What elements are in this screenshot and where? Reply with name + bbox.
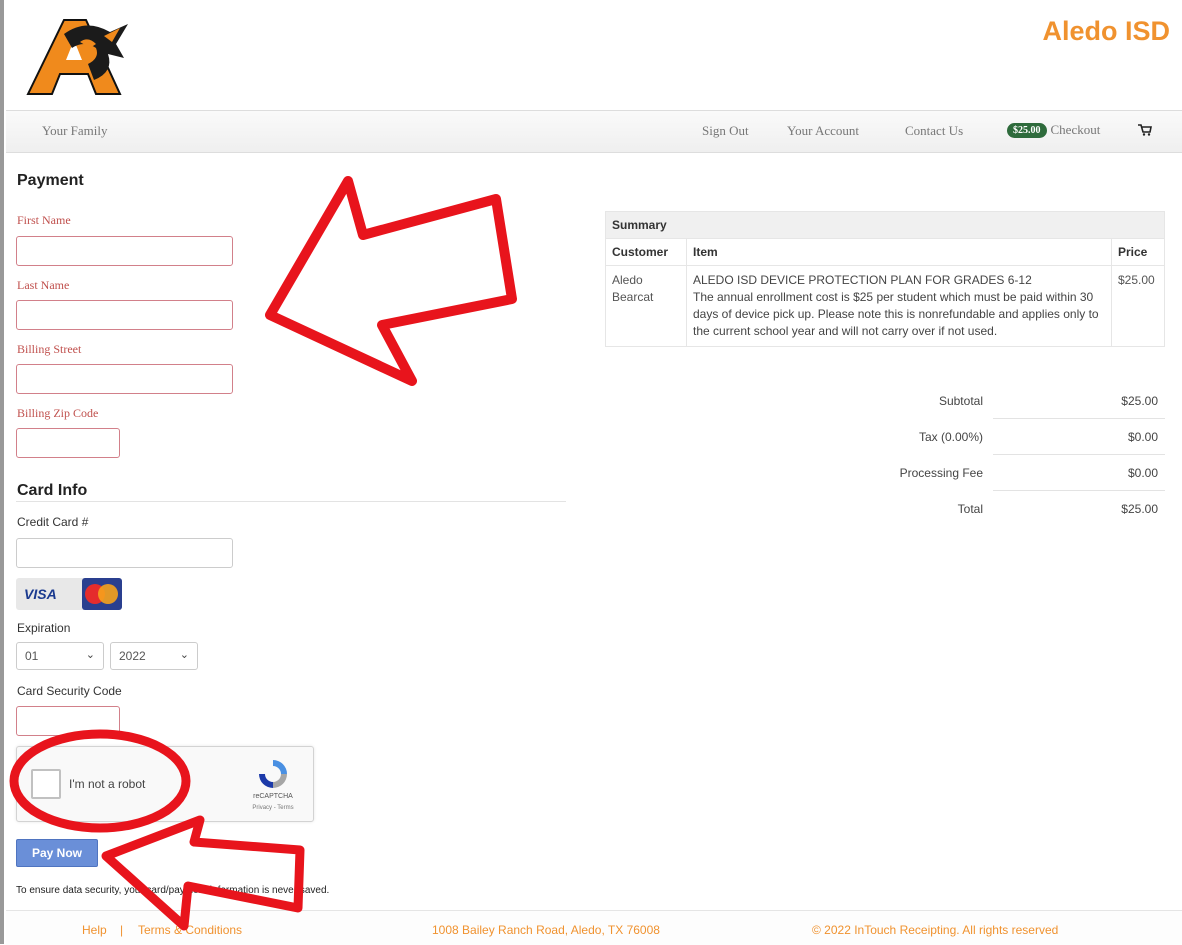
total-value: $25.00	[1121, 502, 1158, 516]
summary-heading: Summary	[605, 211, 1165, 239]
pay-now-button[interactable]: Pay Now	[16, 839, 98, 867]
credit-card-label: Credit Card #	[17, 515, 89, 529]
item-description: The annual enrollment cost is $25 per st…	[693, 290, 1099, 338]
annotation-arrow-icon	[265, 176, 517, 386]
total-label: Total	[957, 502, 983, 516]
footer-address: 1008 Bailey Ranch Road, Aledo, TX 76008	[432, 923, 660, 937]
recaptcha-terms[interactable]: Privacy - Terms	[243, 805, 303, 811]
tax-value: $0.00	[1127, 430, 1158, 444]
price-cell: $25.00	[1111, 265, 1165, 347]
processing-fee-label: Processing Fee	[899, 466, 983, 480]
item-title: ALEDO ISD DEVICE PROTECTION PLAN FOR GRA…	[693, 273, 1032, 287]
cart-icon[interactable]	[1138, 124, 1152, 136]
item-header: Item	[686, 238, 1112, 266]
tax-label: Tax (0.00%)	[918, 430, 983, 444]
billing-zip-input[interactable]	[16, 428, 120, 458]
site-title: Aledo ISD	[1042, 16, 1170, 46]
totals-divider	[993, 490, 1165, 491]
subtotal-value: $25.00	[1121, 394, 1158, 408]
nav-bar: Your Family Sign Out Your Account Contac…	[6, 110, 1182, 153]
recaptcha-label: I'm not a robot	[69, 777, 146, 791]
footer-terms-link[interactable]: Terms & Conditions	[138, 923, 242, 937]
nav-your-family[interactable]: Your Family	[42, 123, 108, 139]
table-row: Aledo Bearcat ALEDO ISD DEVICE PROTECTIO…	[605, 265, 1165, 347]
first-name-input[interactable]	[16, 236, 233, 266]
customer-cell: Aledo Bearcat	[605, 265, 687, 347]
customer-header: Customer	[605, 238, 687, 266]
billing-zip-label: Billing Zip Code	[17, 406, 99, 420]
footer-copyright: © 2022 InTouch Receipting. All rights re…	[812, 923, 1059, 937]
expiration-month-value: 01	[25, 649, 39, 663]
recaptcha-widget: I'm not a robot reCAPTCHA Privacy - Term…	[16, 746, 314, 822]
last-name-input[interactable]	[16, 300, 233, 330]
chevron-down-icon: ⌄	[85, 649, 95, 661]
expiration-year-value: 2022	[119, 649, 146, 663]
summary-table: Summary Customer Item Price Aledo Bearca…	[605, 211, 1165, 347]
site-footer: Help | Terms & Conditions 1008 Bailey Ra…	[6, 910, 1182, 945]
summary-header-row: Customer Item Price	[605, 238, 1165, 266]
card-info-heading: Card Info	[17, 482, 88, 499]
credit-card-input[interactable]	[16, 538, 233, 568]
footer-separator: |	[120, 923, 124, 937]
expiration-month-select[interactable]: 01 ⌄	[16, 642, 104, 670]
recaptcha-checkbox[interactable]	[31, 769, 61, 799]
checkout-label: Checkout	[1050, 122, 1101, 137]
processing-fee-value: $0.00	[1127, 466, 1158, 480]
subtotal-label: Subtotal	[938, 394, 983, 408]
security-note: To ensure data security, your card/payme…	[16, 885, 330, 896]
security-code-input[interactable]	[16, 706, 120, 736]
totals-divider	[993, 418, 1165, 419]
billing-street-input[interactable]	[16, 364, 233, 394]
expiration-label: Expiration	[17, 621, 71, 635]
security-code-label: Card Security Code	[17, 684, 122, 698]
nav-contact-us[interactable]: Contact Us	[905, 123, 963, 139]
price-header: Price	[1111, 238, 1165, 266]
nav-sign-out[interactable]: Sign Out	[702, 123, 749, 139]
nav-your-account[interactable]: Your Account	[787, 123, 859, 139]
first-name-label: First Name	[17, 213, 71, 227]
recaptcha-brand: reCAPTCHA	[253, 793, 293, 800]
totals-divider	[993, 454, 1165, 455]
payment-heading: Payment	[17, 172, 84, 189]
billing-street-label: Billing Street	[17, 342, 82, 356]
footer-help-link[interactable]: Help	[82, 923, 107, 937]
aledo-bearcat-logo	[26, 19, 128, 95]
item-cell: ALEDO ISD DEVICE PROTECTION PLAN FOR GRA…	[686, 265, 1112, 347]
accepted-cards: VISA	[16, 578, 122, 610]
visa-logo: VISA	[24, 586, 57, 602]
site-header: Aledo ISD	[6, 0, 1182, 110]
last-name-label: Last Name	[17, 278, 70, 292]
expiration-year-select[interactable]: 2022 ⌄	[110, 642, 198, 670]
cart-total-badge: $25.00	[1007, 123, 1047, 138]
left-edge-bar	[0, 0, 4, 944]
mastercard-logo	[82, 578, 122, 610]
chevron-down-icon: ⌄	[179, 649, 189, 661]
nav-checkout[interactable]: $25.00 Checkout	[1007, 122, 1100, 138]
recaptcha-icon	[259, 760, 287, 788]
card-info-divider	[16, 501, 566, 502]
